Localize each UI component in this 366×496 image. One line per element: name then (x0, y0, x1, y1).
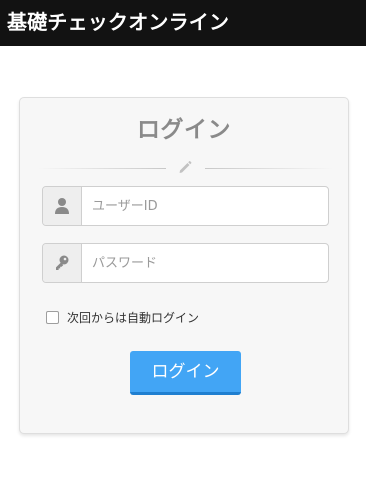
userid-addon (43, 187, 82, 225)
remember-label[interactable]: 次回からは自動ログイン (67, 310, 199, 326)
key-icon (56, 255, 69, 270)
divider-right (205, 168, 333, 169)
password-input[interactable] (82, 244, 328, 282)
pencil-icon (179, 161, 192, 173)
password-field (42, 243, 329, 283)
app-header: 基礎チェックオンライン (0, 0, 366, 46)
userid-field (42, 186, 329, 226)
remember-checkbox[interactable] (46, 311, 59, 324)
login-title: ログイン (137, 117, 231, 143)
userid-input[interactable] (82, 187, 328, 225)
app-title: 基礎チェックオンライン (7, 10, 230, 34)
user-icon (55, 198, 69, 214)
divider-left (38, 168, 166, 169)
login-card: ログイン 次回からは自動ログイン ログイン (19, 97, 349, 434)
password-addon (43, 244, 82, 282)
login-button[interactable]: ログイン (130, 351, 241, 395)
